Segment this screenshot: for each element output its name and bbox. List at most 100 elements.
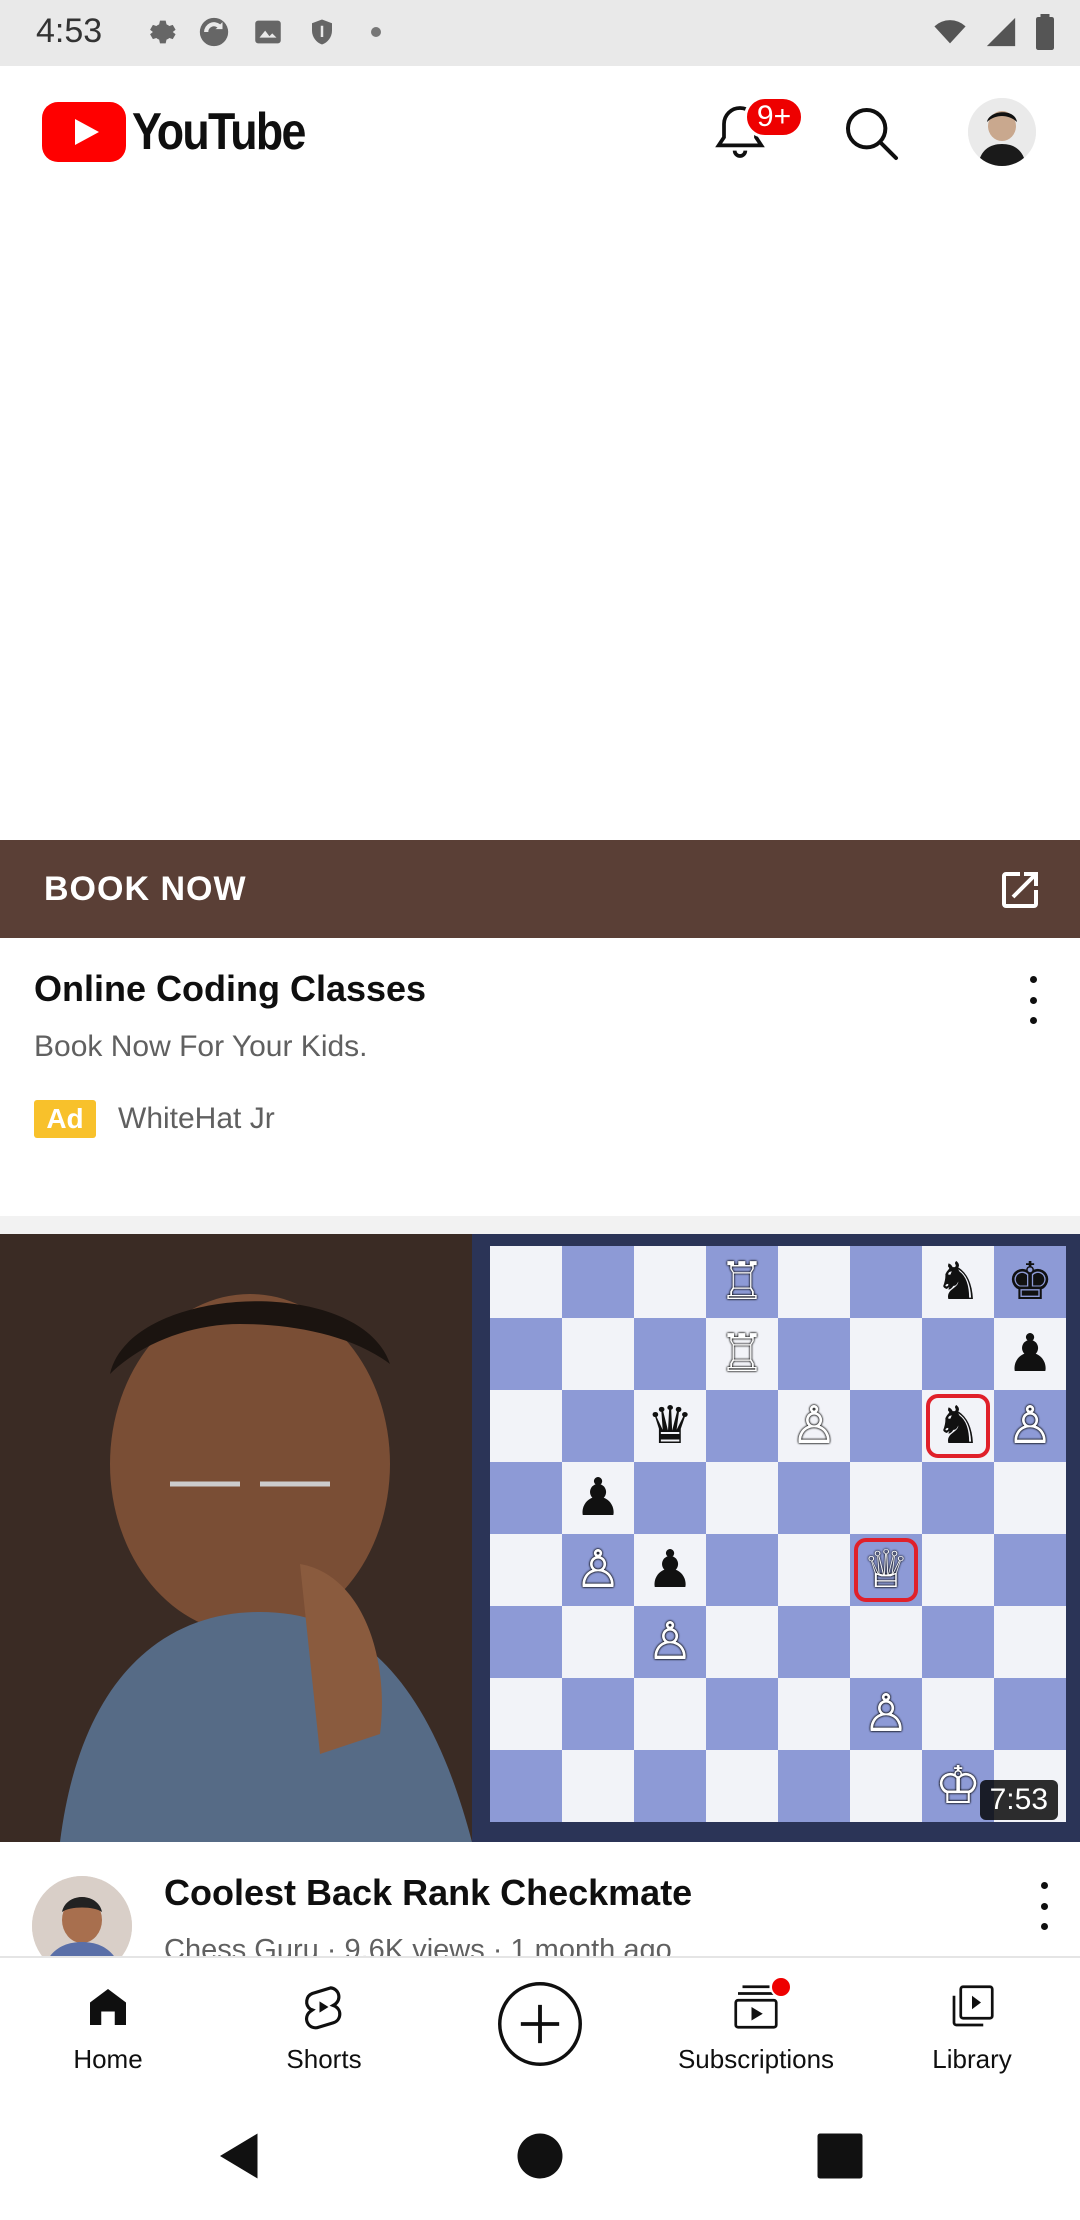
board-square: ♖ <box>706 1318 778 1390</box>
status-system-icons <box>932 14 1056 55</box>
nav-shorts[interactable]: Shorts <box>216 1958 432 2094</box>
account-avatar[interactable] <box>968 98 1036 166</box>
ad-title: Online Coding Classes <box>34 968 427 1009</box>
youtube-logo[interactable]: YouTube <box>42 102 333 162</box>
recents-square-icon <box>817 2133 863 2179</box>
board-square <box>490 1246 562 1318</box>
video-meta: Chess Guru · 9.6K views · 1 month ago <box>164 1934 672 1956</box>
ad-cta-bar[interactable]: BOOK NOW <box>0 840 1080 938</box>
channel-avatar[interactable] <box>32 1876 132 1956</box>
back-triangle-icon <box>220 2133 258 2179</box>
board-square: ♕ <box>850 1534 922 1606</box>
board-square <box>490 1534 562 1606</box>
library-icon <box>952 1985 994 2027</box>
ad-badge: Ad <box>34 1100 96 1138</box>
board-square <box>778 1462 850 1534</box>
system-back-button[interactable] <box>210 2126 270 2186</box>
black-pawn-icon: ♟ <box>574 1469 622 1527</box>
board-square <box>850 1462 922 1534</box>
board-square <box>778 1678 850 1750</box>
black-pawn-icon: ♟ <box>646 1541 694 1599</box>
board-square <box>778 1606 850 1678</box>
ad-info[interactable]: Online Coding Classes Book Now For Your … <box>0 938 1080 1216</box>
board-square: ♛ <box>634 1390 706 1462</box>
channel-photo-icon <box>32 1876 132 1956</box>
black-king-icon: ♚ <box>1006 1253 1054 1311</box>
nav-create[interactable] <box>432 1958 648 2094</box>
black-pawn-icon: ♟ <box>1006 1325 1054 1383</box>
logo-wordmark: YouTube <box>132 103 306 161</box>
video-info[interactable]: Coolest Back Rank Checkmate Chess Guru ·… <box>0 1842 1080 1956</box>
black-knight-icon: ♞ <box>934 1253 982 1311</box>
board-square <box>994 1606 1066 1678</box>
settings-icon <box>142 14 178 50</box>
system-home-button[interactable] <box>510 2126 570 2186</box>
board-square: ♙ <box>850 1678 922 1750</box>
ad-media[interactable] <box>0 198 1080 840</box>
notification-badge: 9+ <box>744 96 804 138</box>
board-square <box>490 1318 562 1390</box>
search-button[interactable] <box>840 102 904 166</box>
board-square <box>634 1462 706 1534</box>
nav-home[interactable]: Home <box>0 1958 216 2094</box>
black-queen-icon: ♛ <box>646 1397 694 1455</box>
system-recents-button[interactable] <box>810 2126 870 2186</box>
subscriptions-new-dot <box>770 1976 792 1998</box>
ad-more-options-button[interactable] <box>1023 976 1043 1024</box>
more-vertical-icon <box>1029 976 1037 983</box>
nav-library[interactable]: Library <box>864 1958 1080 2094</box>
system-navigation-bar <box>0 2092 1080 2220</box>
video-more-options-button[interactable] <box>1034 1882 1054 1930</box>
profile-photo-icon <box>968 98 1036 166</box>
board-square <box>490 1390 562 1462</box>
board-square <box>490 1678 562 1750</box>
board-square: ♞ <box>922 1246 994 1318</box>
home-icon <box>90 1989 126 2025</box>
board-square <box>778 1750 850 1822</box>
board-square <box>922 1462 994 1534</box>
nav-subscriptions[interactable]: Subscriptions <box>648 1958 864 2094</box>
board-square: ♟ <box>994 1318 1066 1390</box>
video-thumbnail[interactable]: ♖ ♞ ♚ ♖ ♟ ♛ ♙ ♞ ♙ ♟ ♙ ♟ ♕ ♙ ♙ ♔ 7:53 <box>0 1234 1080 1842</box>
board-square: ♚ <box>994 1246 1066 1318</box>
board-square <box>490 1606 562 1678</box>
nav-home-label: Home <box>73 2044 143 2074</box>
dot-icon <box>358 14 394 50</box>
wifi-icon <box>932 15 968 54</box>
board-square <box>562 1678 634 1750</box>
board-square: ♟ <box>634 1534 706 1606</box>
board-square <box>922 1678 994 1750</box>
board-square: ♙ <box>994 1390 1066 1462</box>
shield-icon <box>304 14 340 50</box>
board-square: ♙ <box>562 1534 634 1606</box>
board-square <box>706 1534 778 1606</box>
video-duration: 7:53 <box>979 1780 1058 1820</box>
black-knight-icon: ♞ <box>934 1397 982 1455</box>
board-square <box>994 1534 1066 1606</box>
feed-divider <box>0 1216 1080 1234</box>
white-rook-icon: ♖ <box>718 1325 766 1383</box>
board-square <box>994 1462 1066 1534</box>
board-square: ♞ <box>922 1390 994 1462</box>
board-square: ♖ <box>706 1246 778 1318</box>
board-square <box>922 1534 994 1606</box>
board-square <box>778 1534 850 1606</box>
gallery-icon <box>250 14 286 50</box>
board-square <box>778 1318 850 1390</box>
sync-app-icon <box>196 14 232 50</box>
home-circle-icon <box>517 2133 563 2179</box>
board-square <box>562 1606 634 1678</box>
search-icon <box>846 108 898 160</box>
board-square <box>922 1606 994 1678</box>
white-pawn-icon: ♙ <box>862 1685 910 1743</box>
status-bar: 4:53 <box>0 0 1080 66</box>
status-notification-icons <box>142 14 394 50</box>
white-rook-icon: ♖ <box>718 1253 766 1311</box>
board-square <box>706 1462 778 1534</box>
board-square <box>850 1606 922 1678</box>
board-square <box>634 1318 706 1390</box>
ad-cta-label: BOOK NOW <box>44 870 247 908</box>
board-square <box>490 1750 562 1822</box>
board-square: ♙ <box>634 1606 706 1678</box>
ad-description: Book Now For Your Kids. <box>34 1030 368 1063</box>
